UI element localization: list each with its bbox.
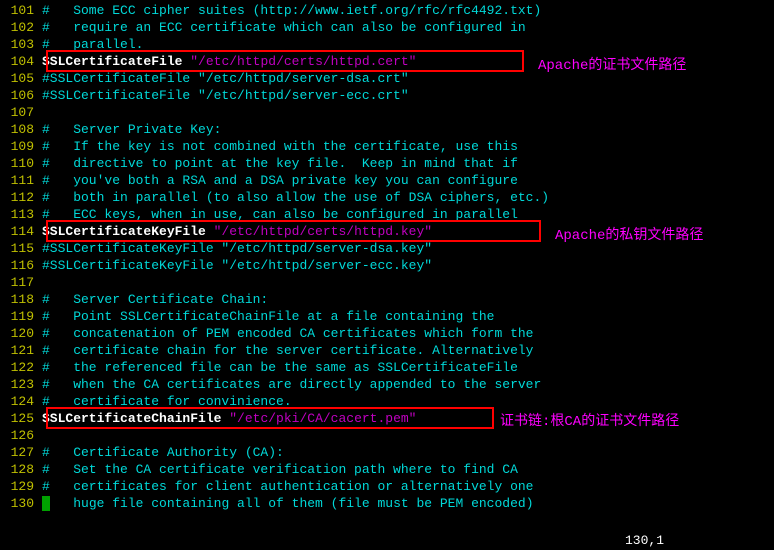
line-content[interactable]: # certificate chain for the server certi… bbox=[42, 342, 774, 359]
code-line[interactable]: 109# If the key is not combined with the… bbox=[0, 138, 774, 155]
annotation-label: 证书链:根CA的证书文件路径 bbox=[500, 410, 679, 430]
code-line[interactable]: 106#SSLCertificateFile "/etc/httpd/serve… bbox=[0, 87, 774, 104]
line-number: 105 bbox=[0, 70, 42, 87]
line-content[interactable]: # directive to point at the key file. Ke… bbox=[42, 155, 774, 172]
line-content[interactable]: # Set the CA certificate verification pa… bbox=[42, 461, 774, 478]
line-content[interactable]: # both in parallel (to also allow the us… bbox=[42, 189, 774, 206]
line-content[interactable]: # ECC keys, when in use, can also be con… bbox=[42, 206, 774, 223]
code-line[interactable]: 127# Certificate Authority (CA): bbox=[0, 444, 774, 461]
line-number: 120 bbox=[0, 325, 42, 342]
line-number: 129 bbox=[0, 478, 42, 495]
line-content[interactable]: # parallel. bbox=[42, 36, 774, 53]
line-number: 109 bbox=[0, 138, 42, 155]
code-line[interactable]: 101# Some ECC cipher suites (http://www.… bbox=[0, 2, 774, 19]
line-content[interactable]: #SSLCertificateKeyFile "/etc/httpd/serve… bbox=[42, 257, 774, 274]
code-line[interactable]: 128# Set the CA certificate verification… bbox=[0, 461, 774, 478]
line-number: 117 bbox=[0, 274, 42, 291]
line-content[interactable]: # certificates for client authentication… bbox=[42, 478, 774, 495]
code-line[interactable]: 118# Server Certificate Chain: bbox=[0, 291, 774, 308]
line-number: 126 bbox=[0, 427, 42, 444]
code-line[interactable]: 120# concatenation of PEM encoded CA cer… bbox=[0, 325, 774, 342]
code-line[interactable]: 110# directive to point at the key file.… bbox=[0, 155, 774, 172]
code-line[interactable]: 119# Point SSLCertificateChainFile at a … bbox=[0, 308, 774, 325]
line-number: 121 bbox=[0, 342, 42, 359]
line-content[interactable]: # require an ECC certificate which can a… bbox=[42, 19, 774, 36]
code-line[interactable]: 122# the referenced file can be the same… bbox=[0, 359, 774, 376]
line-number: 118 bbox=[0, 291, 42, 308]
line-content[interactable]: # Point SSLCertificateChainFile at a fil… bbox=[42, 308, 774, 325]
line-number: 108 bbox=[0, 121, 42, 138]
line-number: 106 bbox=[0, 87, 42, 104]
line-number: 123 bbox=[0, 376, 42, 393]
line-content[interactable]: # certificate for convinience. bbox=[42, 393, 774, 410]
line-content[interactable]: # Server Certificate Chain: bbox=[42, 291, 774, 308]
line-number: 128 bbox=[0, 461, 42, 478]
line-number: 124 bbox=[0, 393, 42, 410]
code-line[interactable]: 129# certificates for client authenticat… bbox=[0, 478, 774, 495]
line-content[interactable]: # when the CA certificates are directly … bbox=[42, 376, 774, 393]
code-line[interactable]: 102# require an ECC certificate which ca… bbox=[0, 19, 774, 36]
status-position: 130,1 bbox=[625, 533, 664, 548]
line-content[interactable]: # Certificate Authority (CA): bbox=[42, 444, 774, 461]
line-content[interactable]: # you've both a RSA and a DSA private ke… bbox=[42, 172, 774, 189]
line-number: 113 bbox=[0, 206, 42, 223]
line-number: 102 bbox=[0, 19, 42, 36]
code-line[interactable]: 107 bbox=[0, 104, 774, 121]
code-line[interactable]: 111# you've both a RSA and a DSA private… bbox=[0, 172, 774, 189]
code-line[interactable]: 124# certificate for convinience. bbox=[0, 393, 774, 410]
line-content[interactable]: # Server Private Key: bbox=[42, 121, 774, 138]
code-line[interactable]: 121# certificate chain for the server ce… bbox=[0, 342, 774, 359]
line-number: 115 bbox=[0, 240, 42, 257]
line-number: 107 bbox=[0, 104, 42, 121]
line-content[interactable] bbox=[42, 104, 774, 121]
code-line[interactable]: 130# huge file containing all of them (f… bbox=[0, 495, 774, 512]
line-number: 112 bbox=[0, 189, 42, 206]
code-line[interactable]: 123# when the CA certificates are direct… bbox=[0, 376, 774, 393]
code-line[interactable]: 108# Server Private Key: bbox=[0, 121, 774, 138]
line-number: 111 bbox=[0, 172, 42, 189]
line-number: 101 bbox=[0, 2, 42, 19]
line-number: 116 bbox=[0, 257, 42, 274]
line-number: 130 bbox=[0, 495, 42, 512]
line-content[interactable]: # If the key is not combined with the ce… bbox=[42, 138, 774, 155]
line-number: 122 bbox=[0, 359, 42, 376]
code-line[interactable]: 117 bbox=[0, 274, 774, 291]
line-content[interactable] bbox=[42, 274, 774, 291]
code-line[interactable]: 116#SSLCertificateKeyFile "/etc/httpd/se… bbox=[0, 257, 774, 274]
line-content[interactable]: # huge file containing all of them (file… bbox=[42, 495, 774, 512]
code-line[interactable]: 112# both in parallel (to also allow the… bbox=[0, 189, 774, 206]
line-content[interactable]: # concatenation of PEM encoded CA certif… bbox=[42, 325, 774, 342]
line-number: 125 bbox=[0, 410, 42, 427]
code-editor[interactable]: 101# Some ECC cipher suites (http://www.… bbox=[0, 0, 774, 514]
code-line[interactable]: 103# parallel. bbox=[0, 36, 774, 53]
line-number: 114 bbox=[0, 223, 42, 240]
annotation-label: Apache的证书文件路径 bbox=[538, 54, 686, 74]
line-number: 127 bbox=[0, 444, 42, 461]
line-number: 110 bbox=[0, 155, 42, 172]
code-line[interactable]: 113# ECC keys, when in use, can also be … bbox=[0, 206, 774, 223]
line-content[interactable]: # the referenced file can be the same as… bbox=[42, 359, 774, 376]
annotation-label: Apache的私钥文件路径 bbox=[555, 224, 703, 244]
line-number: 104 bbox=[0, 53, 42, 70]
line-content[interactable]: # Some ECC cipher suites (http://www.iet… bbox=[42, 2, 774, 19]
line-number: 103 bbox=[0, 36, 42, 53]
line-content[interactable]: #SSLCertificateFile "/etc/httpd/server-e… bbox=[42, 87, 774, 104]
line-number: 119 bbox=[0, 308, 42, 325]
